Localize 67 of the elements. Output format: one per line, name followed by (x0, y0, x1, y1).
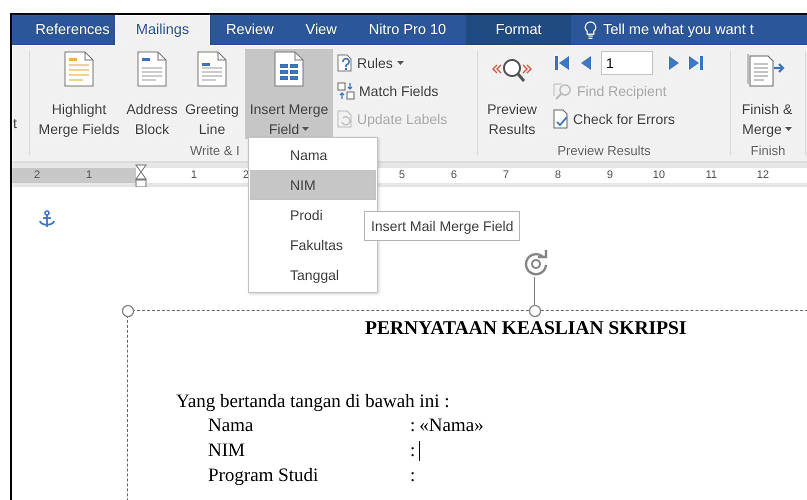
ruler-number: 8 (554, 169, 561, 181)
first-record-icon[interactable] (555, 55, 569, 71)
ruler-number: 12 (756, 169, 769, 181)
ribbon-tab[interactable]: Format (466, 15, 572, 45)
field-label: Program Studi (208, 464, 320, 486)
ribbon-tab[interactable]: Review (210, 15, 290, 45)
colon-text: : (410, 464, 416, 486)
ribbon-tab[interactable]: Nitro Pro 10 (352, 15, 462, 45)
tooltip: Insert Mail Merge Field (364, 211, 520, 241)
check-document-icon (553, 109, 569, 129)
finish-merge-button[interactable]: Finish & Merge (732, 49, 802, 141)
ruler-number: 5 (398, 169, 405, 181)
ruler-number: 1 (190, 169, 197, 181)
caret-icon (784, 127, 792, 131)
resize-handle[interactable] (121, 304, 135, 318)
ribbon-button[interactable]: Insert Merge Field (245, 49, 333, 139)
ribbon-button[interactable]: Check for Errors (549, 105, 703, 133)
document-table-icon (274, 51, 304, 87)
previous-record-icon[interactable] (581, 55, 591, 71)
question-document-icon (337, 54, 353, 72)
ruler-number: 11 (706, 169, 717, 181)
lightbulb-icon (584, 20, 598, 40)
menu-item[interactable]: Tanggal (250, 260, 376, 290)
group-label: Write & I (190, 143, 240, 158)
next-record-icon[interactable] (669, 55, 679, 71)
swap-boxes-icon (337, 82, 355, 100)
ribbon-tab[interactable]: Mailings (115, 15, 210, 45)
last-record-icon[interactable] (689, 55, 703, 71)
refresh-document-icon (337, 110, 353, 128)
document-paragraph: Yang bertanda tangan di bawah ini : (176, 391, 451, 413)
colon-text: : (410, 440, 416, 462)
document-icon (197, 51, 227, 87)
ruler-number: 7 (502, 169, 509, 181)
field-label: NIM (208, 440, 246, 462)
colon-text: : (410, 414, 416, 436)
field-label: Nama (208, 414, 254, 436)
indent-marker-icon[interactable] (135, 164, 147, 188)
magnifier-icon (553, 82, 573, 100)
ribbon-tab[interactable]: View (290, 15, 353, 45)
ribbon-button[interactable]: Address Block (123, 49, 181, 141)
menu-item[interactable]: Nama (250, 140, 376, 170)
ribbon-button[interactable]: Match Fields (337, 77, 448, 105)
caret-icon (302, 127, 310, 131)
document-icon (64, 51, 94, 87)
document-icon (137, 51, 167, 87)
group-label: Preview Results (557, 143, 651, 158)
resize-handle[interactable] (528, 304, 542, 318)
ribbon-button[interactable]: Greeting Line (181, 49, 243, 141)
group-label: t (13, 115, 17, 131)
caret-icon (396, 61, 404, 65)
preview-results-button[interactable]: Preview Results (479, 49, 545, 141)
document-arrow-icon (747, 51, 787, 87)
ribbon-button[interactable]: Rules (337, 49, 448, 77)
record-number-field[interactable]: 1 (601, 51, 653, 75)
ruler-number: 1 (86, 169, 92, 181)
ribbon-tab[interactable]: References (30, 15, 115, 45)
merge-field: «Nama» (419, 414, 484, 436)
ruler-number: 10 (652, 169, 665, 181)
menu-item[interactable]: NIM (250, 170, 376, 200)
ruler-number: 2 (34, 169, 40, 181)
anchor-icon (39, 210, 55, 228)
ribbon-button[interactable]: Highlight Merge Fields (35, 49, 123, 141)
document-title: PERNYATAAN KEASLIAN SKRIPSI (365, 318, 688, 340)
group-label: Finish (750, 143, 786, 158)
ruler-number: 9 (606, 169, 613, 181)
ruler-number: 6 (450, 169, 457, 181)
tell-me-text[interactable]: Tell me what you want t (603, 22, 754, 38)
